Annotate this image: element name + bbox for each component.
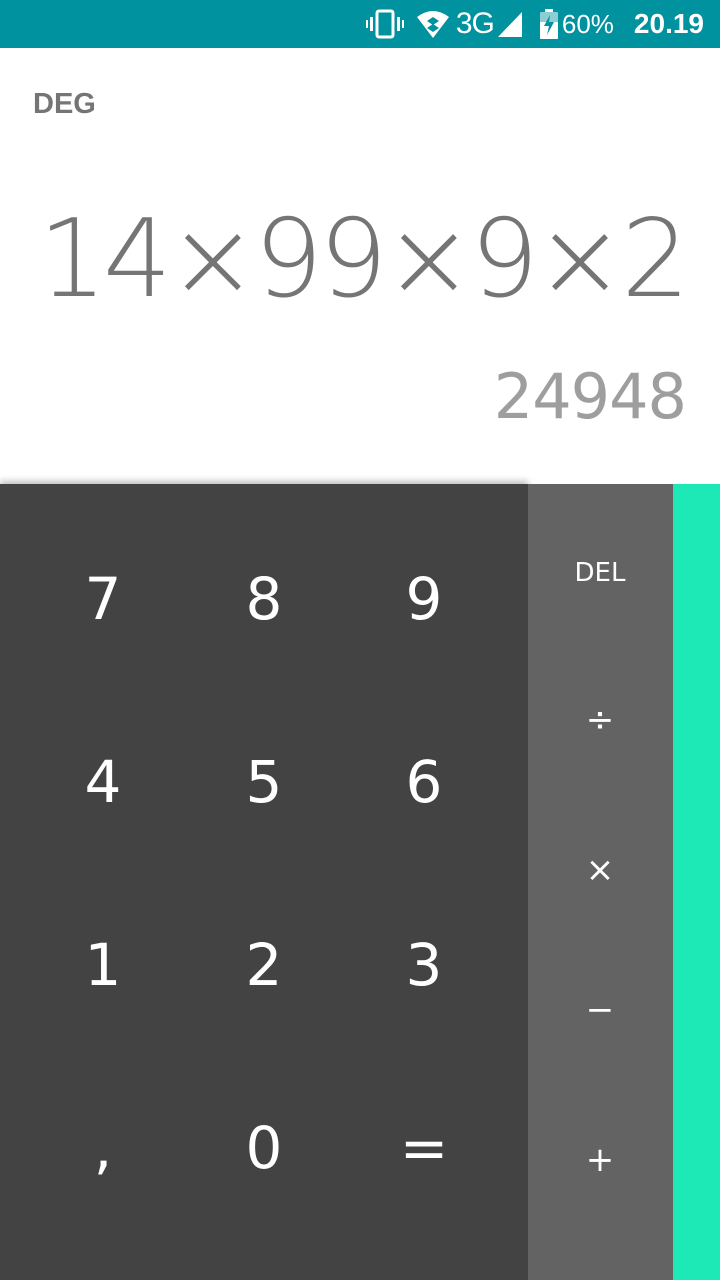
key-8[interactable]: 8 bbox=[246, 570, 283, 628]
status-bar: 3G 60% 20.19 bbox=[0, 0, 720, 48]
multiply-button[interactable]: × bbox=[586, 853, 615, 887]
expression-field[interactable]: 14×99×9×2 bbox=[38, 206, 690, 314]
key-3[interactable]: 3 bbox=[406, 936, 443, 994]
network-type-label: 3G bbox=[455, 7, 495, 40]
calculator-display: DEG 14×99×9×2 24948 bbox=[0, 48, 720, 484]
numeric-keypad: 7 8 9 4 5 6 1 2 3 , 0 = bbox=[0, 484, 528, 1280]
key-2[interactable]: 2 bbox=[246, 936, 283, 994]
vibrate-icon bbox=[365, 9, 404, 39]
delete-button[interactable]: DEL bbox=[575, 560, 626, 586]
advanced-panel-handle[interactable] bbox=[673, 484, 720, 1280]
minus-button[interactable]: − bbox=[586, 993, 615, 1027]
key-1[interactable]: 1 bbox=[85, 936, 122, 994]
key-equals[interactable]: = bbox=[400, 1119, 449, 1177]
signal-icon bbox=[496, 10, 524, 38]
key-9[interactable]: 9 bbox=[406, 570, 443, 628]
key-4[interactable]: 4 bbox=[85, 753, 122, 811]
key-6[interactable]: 6 bbox=[406, 753, 443, 811]
operator-keypad: DEL ÷ × − + bbox=[528, 484, 673, 1280]
angle-mode-label[interactable]: DEG bbox=[33, 88, 96, 121]
divide-button[interactable]: ÷ bbox=[586, 703, 615, 737]
wifi-icon bbox=[416, 9, 450, 39]
result-preview: 24948 bbox=[493, 360, 687, 433]
key-0[interactable]: 0 bbox=[246, 1119, 283, 1177]
clock-label: 20.19 bbox=[633, 8, 704, 39]
key-7[interactable]: 7 bbox=[85, 570, 122, 628]
key-decimal[interactable]: , bbox=[94, 1119, 112, 1177]
battery-charging-icon bbox=[539, 9, 558, 39]
battery-percent-label: 60% bbox=[561, 8, 614, 39]
plus-button[interactable]: + bbox=[586, 1143, 615, 1177]
key-5[interactable]: 5 bbox=[246, 753, 283, 811]
